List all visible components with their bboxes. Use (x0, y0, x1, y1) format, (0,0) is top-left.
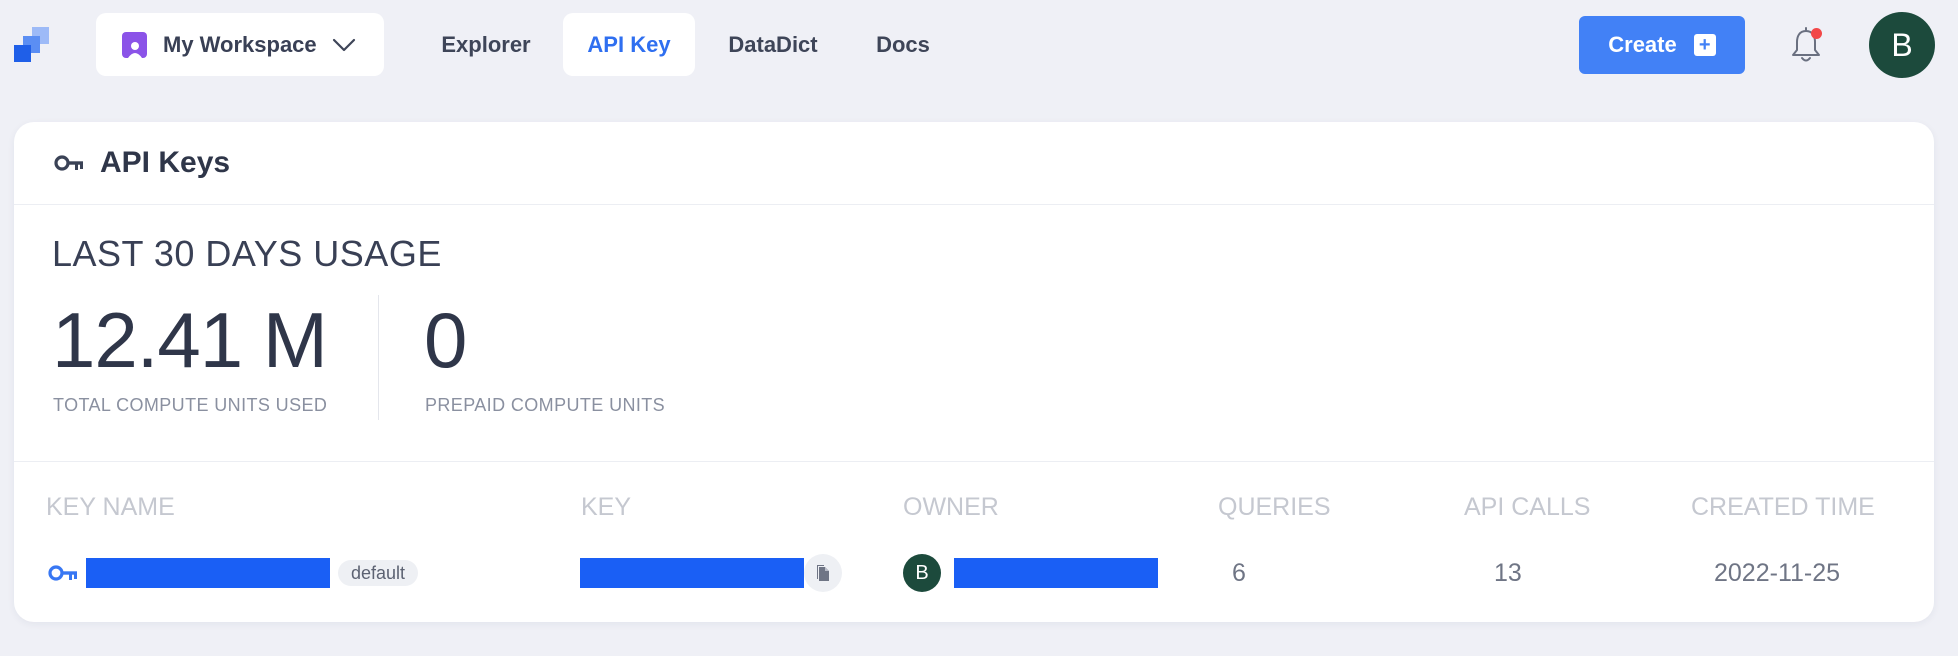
workspace-icon (122, 31, 147, 58)
default-badge: default (338, 560, 419, 586)
tab-datadict[interactable]: DataDict (708, 13, 838, 76)
redacted-key-name (86, 558, 330, 588)
key-icon (48, 565, 77, 581)
column-header-key: KEY (581, 493, 632, 521)
redacted-owner-name (954, 558, 1158, 588)
workspace-name: My Workspace (163, 31, 317, 57)
table-row-key-cell (580, 554, 842, 592)
tab-api-key[interactable]: API Key (563, 13, 695, 76)
usage-summary: LAST 30 DAYS USAGE 12.41 M TOTAL COMPUTE… (14, 205, 1934, 462)
stacked-squares-logo-icon[interactable] (13, 26, 51, 64)
prepaid-compute-units-value: 0 (424, 296, 467, 384)
column-header-queries: QUERIES (1218, 493, 1331, 521)
tab-docs[interactable]: Docs (858, 13, 948, 76)
plus-square-icon: + (1693, 34, 1716, 56)
total-compute-units-label: TOTAL COMPUTE UNITS USED (53, 395, 328, 415)
column-header-created-time: CREATED TIME (1691, 493, 1875, 521)
redacted-api-key (580, 558, 804, 588)
notifications-button[interactable] (1789, 26, 1823, 64)
copy-button[interactable] (804, 554, 842, 592)
table-row-owner-cell: B (903, 554, 1158, 592)
key-icon (54, 155, 83, 171)
card-header: API Keys (14, 122, 1934, 205)
table-row-key-name-cell[interactable]: default (48, 554, 419, 592)
create-button[interactable]: Create + (1579, 16, 1745, 74)
unread-indicator (1811, 28, 1822, 39)
tab-explorer[interactable]: Explorer (425, 13, 547, 76)
column-header-api-calls: API CALLS (1464, 493, 1591, 521)
owner-avatar: B (903, 554, 941, 592)
api-keys-card: API Keys LAST 30 DAYS USAGE 12.41 M TOTA… (14, 122, 1934, 622)
table-row-api-calls-cell: 13 (1494, 558, 1522, 587)
create-button-label: Create (1608, 32, 1677, 57)
workspace-switcher[interactable]: My Workspace (96, 13, 384, 76)
column-header-key-name: KEY NAME (46, 493, 175, 521)
column-header-owner: OWNER (903, 493, 999, 521)
top-navigation-bar: My Workspace Explorer API Key DataDict D… (0, 0, 1958, 88)
table-row-queries-cell: 6 (1232, 558, 1246, 587)
copy-icon (817, 565, 829, 581)
total-compute-units-value: 12.41 M (52, 296, 328, 384)
table-row-created-time-cell: 2022-11-25 (1714, 558, 1841, 587)
chevron-down-icon (332, 38, 355, 51)
prepaid-compute-units-label: PREPAID COMPUTE UNITS (425, 395, 666, 415)
stat-divider (378, 295, 379, 420)
page-title: API Keys (100, 146, 231, 179)
user-avatar[interactable]: B (1869, 12, 1935, 78)
usage-heading: LAST 30 DAYS USAGE (52, 233, 442, 274)
